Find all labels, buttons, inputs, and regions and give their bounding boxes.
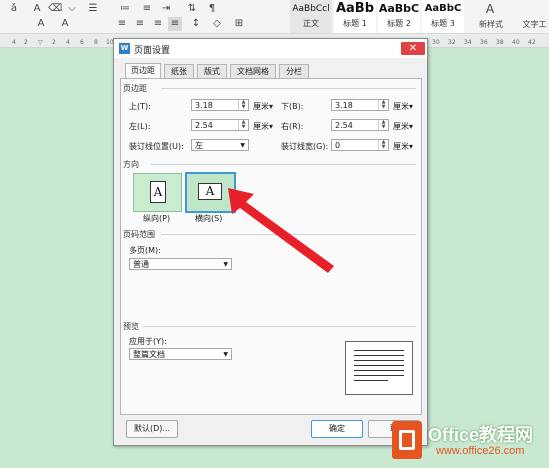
watermark: Office教程网 www.office26.com <box>388 417 549 468</box>
office-logo-icon <box>392 421 422 459</box>
annotation-arrow <box>228 188 334 273</box>
red-arrow-icon <box>228 188 334 273</box>
watermark-brand: Office教程网 <box>428 425 534 445</box>
watermark-url: www.office26.com <box>436 445 525 457</box>
